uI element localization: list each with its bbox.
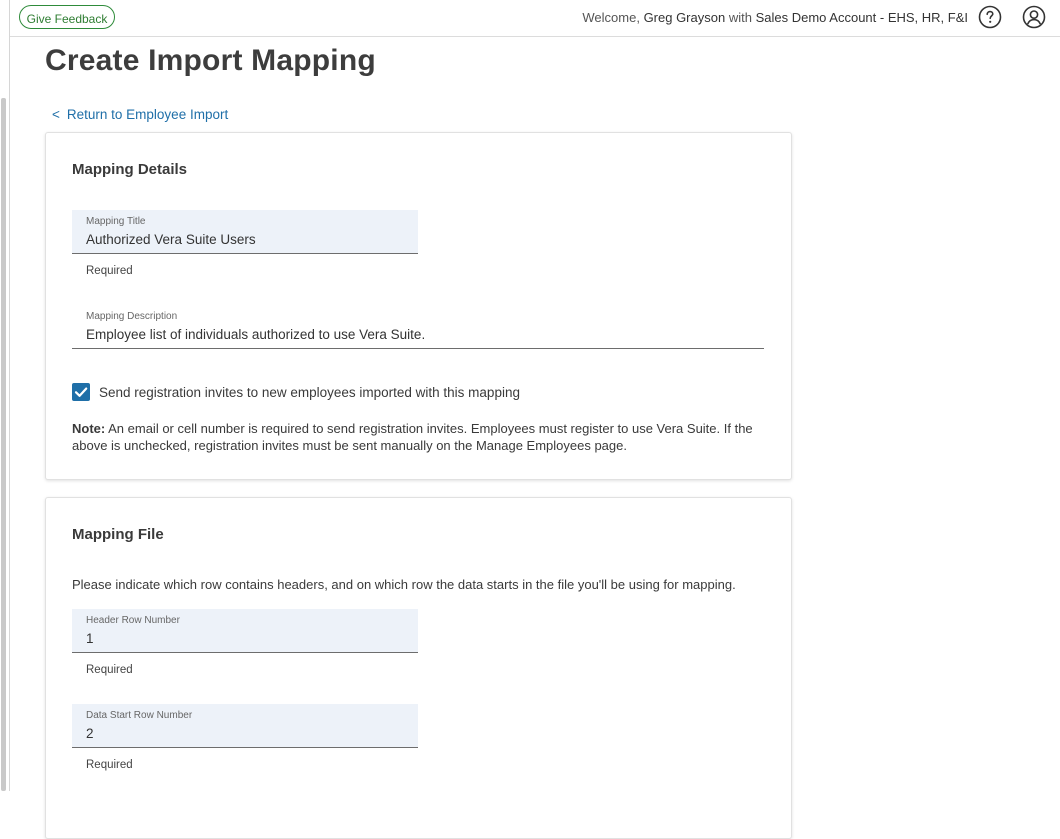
- note-prefix: Note:: [72, 421, 106, 436]
- mapping-details-title: Mapping Details: [72, 161, 188, 178]
- mapping-description-input[interactable]: [86, 327, 709, 342]
- help-icon[interactable]: [978, 5, 1002, 29]
- main-content: Create Import Mapping < Return to Employe…: [45, 36, 1060, 839]
- account-name: Sales Demo Account - EHS, HR, F&I: [755, 10, 968, 25]
- left-scrollbar[interactable]: [0, 0, 10, 791]
- mapping-title-field[interactable]: Mapping Title: [72, 210, 418, 254]
- user-profile-icon[interactable]: [1022, 5, 1046, 29]
- chevron-left-icon: <: [52, 107, 60, 122]
- page-title: Create Import Mapping: [45, 44, 376, 77]
- mapping-description-label: Mapping Description: [86, 311, 178, 322]
- header-row-number-label: Header Row Number: [86, 615, 180, 626]
- welcome-prefix: Welcome,: [582, 10, 640, 25]
- checkmark-icon: [74, 387, 88, 397]
- send-invites-checkbox[interactable]: [72, 383, 90, 401]
- welcome-with: with: [728, 10, 752, 25]
- mapping-file-instructions: Please indicate which row contains heade…: [72, 577, 736, 592]
- give-feedback-button[interactable]: Give Feedback: [19, 5, 115, 29]
- header-row-number-field[interactable]: Header Row Number: [72, 609, 418, 653]
- mapping-file-title: Mapping File: [72, 526, 164, 543]
- back-link-label: Return to Employee Import: [66, 107, 229, 122]
- send-invites-label: Send registration invites to new employe…: [99, 385, 520, 400]
- data-start-row-number-input[interactable]: [86, 726, 398, 741]
- welcome-text: Welcome, Greg Grayson with Sales Demo Ac…: [582, 10, 968, 25]
- data-start-row-number-field[interactable]: Data Start Row Number: [72, 704, 418, 748]
- mapping-file-card: Mapping File Please indicate which row c…: [45, 497, 792, 839]
- note-text: An email or cell number is required to s…: [72, 421, 753, 453]
- data-start-row-helper: Required: [86, 759, 133, 771]
- header-row-number-input[interactable]: [86, 631, 398, 646]
- mapping-details-card: Mapping Details Mapping Title Required M…: [45, 132, 792, 480]
- header-row-helper: Required: [86, 664, 133, 676]
- mapping-title-helper: Required: [86, 265, 133, 277]
- mapping-title-label: Mapping Title: [86, 216, 146, 227]
- scrollbar-thumb[interactable]: [1, 98, 6, 791]
- top-bar: Give Feedback Welcome, Greg Grayson with…: [10, 0, 1060, 37]
- mapping-title-input[interactable]: [86, 232, 398, 247]
- data-start-row-number-label: Data Start Row Number: [86, 710, 193, 721]
- mapping-description-field[interactable]: Mapping Description: [72, 305, 764, 349]
- registration-note: Note: An email or cell number is require…: [72, 420, 772, 454]
- user-name: Greg Grayson: [643, 10, 726, 25]
- return-to-employee-import-link[interactable]: < Return to Employee Import: [52, 107, 228, 122]
